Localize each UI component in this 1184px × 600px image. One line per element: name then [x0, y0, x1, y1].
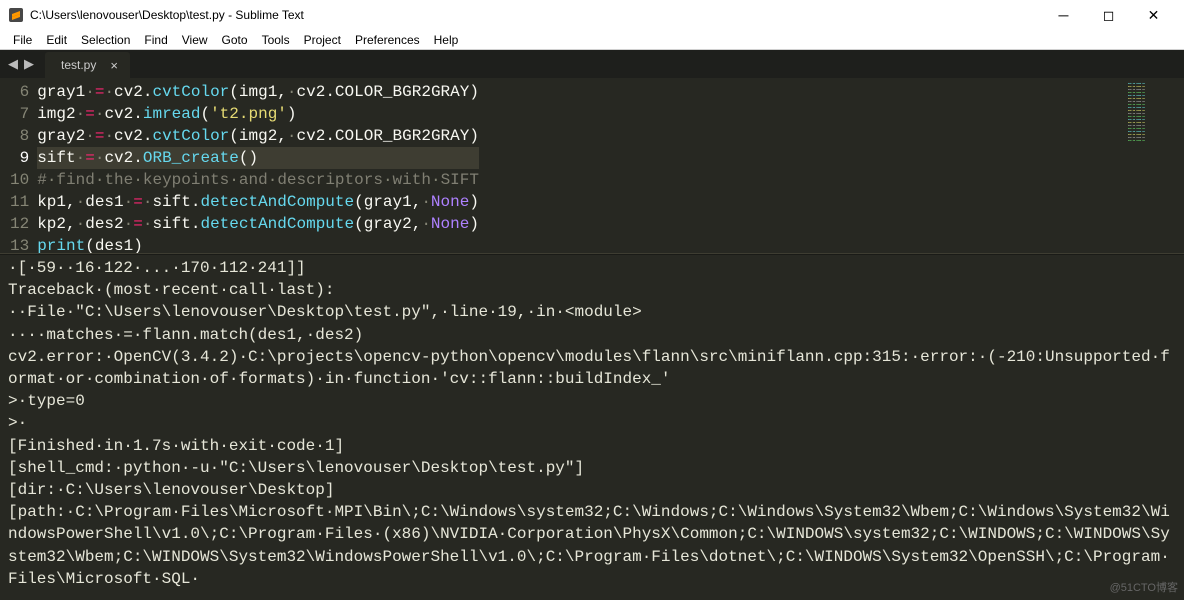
- menu-goto[interactable]: Goto: [215, 32, 255, 48]
- console-line: ··File·"C:\Users\lenovouser\Desktop\test…: [8, 301, 1178, 323]
- code-line[interactable]: sift·=·cv2.ORB_create(): [37, 147, 479, 169]
- console-line: >·type=0: [8, 390, 1178, 412]
- tab-row: ◀ ▶ test.py ×: [0, 50, 1184, 78]
- titlebar: C:\Users\lenovouser\Desktop\test.py - Su…: [0, 0, 1184, 30]
- console-line: cv2.error:·OpenCV(3.4.2)·C:\projects\ope…: [8, 346, 1178, 390]
- code-line[interactable]: gray1·=·cv2.cvtColor(img1,·cv2.COLOR_BGR…: [37, 81, 479, 103]
- tab-testpy[interactable]: test.py ×: [45, 52, 130, 78]
- line-number: 8: [10, 125, 29, 147]
- menu-edit[interactable]: Edit: [39, 32, 74, 48]
- nav-arrows: ◀ ▶: [0, 50, 42, 78]
- minimap[interactable]: ■■■ ■■ ■■■■ ■■■■■ ■■ ■■■■ ■■■■■ ■■ ■■■■ …: [1124, 78, 1184, 253]
- maximize-button[interactable]: ◻: [1086, 0, 1131, 30]
- menu-preferences[interactable]: Preferences: [348, 32, 427, 48]
- console-line: Traceback·(most·recent·call·last):: [8, 279, 1178, 301]
- menu-find[interactable]: Find: [137, 32, 174, 48]
- line-number: 10: [10, 169, 29, 191]
- build-output[interactable]: ·[·59··16·122·...·170·112·241]]Traceback…: [0, 255, 1184, 600]
- menu-file[interactable]: File: [6, 32, 39, 48]
- console-line: [shell_cmd:·python·-u·"C:\Users\lenovous…: [8, 457, 1178, 479]
- tab-label: test.py: [61, 58, 96, 72]
- console-line: [Finished·in·1.7s·with·exit·code·1]: [8, 435, 1178, 457]
- sublime-icon: [8, 7, 24, 23]
- console-line: [dir:·C:\Users\lenovouser\Desktop]: [8, 479, 1178, 501]
- tab-close-icon[interactable]: ×: [110, 58, 118, 73]
- editor[interactable]: 678910111213 gray1·=·cv2.cvtColor(img1,·…: [0, 78, 1184, 253]
- close-button[interactable]: ✕: [1131, 0, 1176, 30]
- nav-back-icon[interactable]: ◀: [6, 57, 20, 72]
- code-line[interactable]: img2·=·cv2.imread('t2.png'): [37, 103, 479, 125]
- menu-selection[interactable]: Selection: [74, 32, 137, 48]
- gutter: 678910111213: [0, 78, 37, 253]
- window-controls: ─ ◻ ✕: [1041, 0, 1176, 30]
- watermark: @51CTO博客: [1110, 579, 1178, 595]
- console-line: >·: [8, 412, 1178, 434]
- line-number: 7: [10, 103, 29, 125]
- line-number: 13: [10, 235, 29, 253]
- menu-help[interactable]: Help: [427, 32, 466, 48]
- menu-view[interactable]: View: [175, 32, 215, 48]
- menubar: FileEditSelectionFindViewGotoToolsProjec…: [0, 30, 1184, 50]
- code-line[interactable]: print(des1): [37, 235, 479, 253]
- code-line[interactable]: gray2·=·cv2.cvtColor(img2,·cv2.COLOR_BGR…: [37, 125, 479, 147]
- menu-project[interactable]: Project: [297, 32, 348, 48]
- code-line[interactable]: kp1,·des1·=·sift.detectAndCompute(gray1,…: [37, 191, 479, 213]
- window-title: C:\Users\lenovouser\Desktop\test.py - Su…: [30, 8, 1041, 22]
- minimize-button[interactable]: ─: [1041, 0, 1086, 30]
- menu-tools[interactable]: Tools: [255, 32, 297, 48]
- console-line: ·[·59··16·122·...·170·112·241]]: [8, 257, 1178, 279]
- line-number: 12: [10, 213, 29, 235]
- code-line[interactable]: #·find·the·keypoints·and·descriptors·wit…: [37, 169, 479, 191]
- line-number: 11: [10, 191, 29, 213]
- line-number: 9: [10, 147, 29, 169]
- line-number: 6: [10, 81, 29, 103]
- console-line: [path:·C:\Program·Files\Microsoft·MPI\Bi…: [8, 501, 1178, 590]
- console-line: ····matches·=·flann.match(des1,·des2): [8, 324, 1178, 346]
- code-line[interactable]: kp2,·des2·=·sift.detectAndCompute(gray2,…: [37, 213, 479, 235]
- nav-forward-icon[interactable]: ▶: [22, 57, 36, 72]
- code-area[interactable]: gray1·=·cv2.cvtColor(img1,·cv2.COLOR_BGR…: [37, 78, 479, 253]
